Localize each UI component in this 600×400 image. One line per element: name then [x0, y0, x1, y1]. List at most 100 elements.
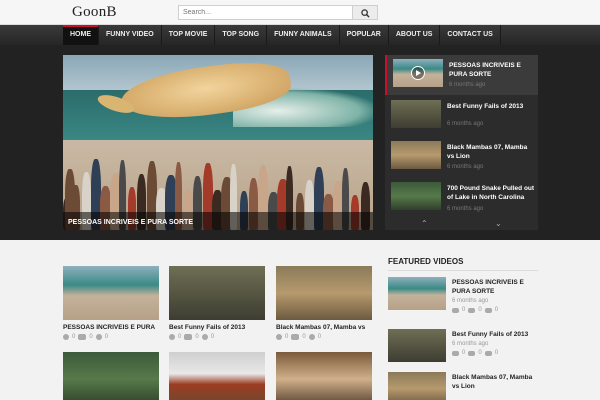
eye-icon: [452, 307, 459, 313]
nav-item-contact-us[interactable]: CONTACT US: [440, 25, 501, 45]
nav-item-home[interactable]: HOME: [63, 25, 99, 45]
featured-thumbnail: [388, 329, 446, 362]
comment-icon: [78, 334, 87, 340]
heart-icon: [95, 334, 102, 340]
eye-icon: [63, 334, 69, 340]
slider-item[interactable]: 700 Pound Snake Pulled out of Lake in No…: [385, 178, 538, 218]
search-icon: [361, 9, 370, 18]
site-logo[interactable]: GoonB: [72, 4, 117, 21]
video-title[interactable]: PESSOAS INCRIVEIS E PURA: [63, 324, 159, 333]
video-card[interactable]: [169, 352, 265, 400]
video-card[interactable]: [63, 352, 159, 400]
like-count: 0: [494, 307, 499, 313]
nav-item-funny-animals[interactable]: FUNNY ANIMALS: [267, 25, 340, 45]
like-count: 0: [104, 334, 109, 340]
like-count: 0: [494, 350, 499, 356]
comment-icon: [291, 334, 300, 340]
video-meta: 0 0 0: [63, 334, 159, 340]
nav-item-top-movie[interactable]: TOP MOVIE: [162, 25, 216, 45]
comment-icon: [468, 307, 476, 313]
featured-thumbnail: [388, 372, 446, 400]
featured-video-item[interactable]: PESSOAS INCRIVEIS E PURA SORTE 6 months …: [388, 277, 538, 317]
slider-thumb: [391, 182, 441, 210]
hero-video[interactable]: PESSOAS INCRIVEIS E PURA SORTE: [63, 55, 373, 230]
view-count: 0: [462, 350, 466, 356]
featured-date: 6 months ago: [452, 341, 489, 347]
slider-item[interactable]: PESSOAS INCRIVEIS E PURA SORTE 6 months …: [385, 55, 538, 95]
video-thumbnail: [63, 352, 159, 400]
video-thumbnail: [63, 266, 159, 320]
nav-item-about-us[interactable]: ABOUT US: [389, 25, 441, 45]
video-meta: 0 0 0: [276, 334, 372, 340]
comment-count: 0: [89, 334, 93, 340]
main-nav: HOME FUNNY VIDEO TOP MOVIE TOP SONG FUNNY AN…: [0, 25, 600, 45]
search-input[interactable]: [178, 5, 353, 20]
slider-item-title: Best Funny Fails of 2013: [447, 103, 524, 110]
featured-video-item[interactable]: Black Mambas 07, Mamba vs Lion: [388, 372, 538, 400]
featured-slider: PESSOAS INCRIVEIS E PURA SORTE PESSOAS I…: [0, 45, 600, 240]
view-count: 0: [72, 334, 76, 340]
nav-item-top-song[interactable]: TOP SONG: [215, 25, 268, 45]
like-count: 0: [317, 334, 322, 340]
comment-count: 0: [478, 307, 482, 313]
slider-item-date: 6 months ago: [449, 82, 486, 88]
featured-title[interactable]: PESSOAS INCRIVEIS E PURA SORTE: [452, 278, 538, 296]
featured-title[interactable]: Black Mambas 07, Mamba vs Lion: [452, 373, 538, 391]
play-icon: [411, 66, 425, 80]
video-card[interactable]: Black Mambas 07, Mamba vs 0 0 0: [276, 266, 372, 340]
video-thumbnail: [276, 352, 372, 400]
heart-icon: [484, 307, 492, 313]
video-meta: 0 0 0: [169, 334, 265, 340]
nav-list: HOME FUNNY VIDEO TOP MOVIE TOP SONG FUNNY AN…: [63, 25, 501, 45]
like-count: 0: [210, 334, 215, 340]
heart-icon: [484, 350, 492, 356]
hero-caption[interactable]: PESSOAS INCRIVEIS E PURA SORTE: [68, 219, 193, 226]
featured-meta: 0 0 0: [452, 307, 498, 313]
slider-item[interactable]: Best Funny Fails of 2013 6 months ago: [385, 96, 538, 136]
featured-thumbnail: [388, 277, 446, 310]
featured-meta: 0 0 0: [452, 350, 498, 356]
video-thumbnail: [169, 266, 265, 320]
slider-item[interactable]: Black Mambas 07, Mamba vs Lion 6 months …: [385, 137, 538, 177]
divider: [388, 270, 538, 271]
search-button[interactable]: [353, 5, 378, 20]
heart-icon: [201, 334, 208, 340]
video-card[interactable]: [276, 352, 372, 400]
view-count: 0: [285, 334, 289, 340]
view-count: 0: [462, 307, 466, 313]
slider-item-title: PESSOAS INCRIVEIS E PURA SORTE: [449, 62, 521, 78]
slider-thumb: [393, 59, 443, 87]
top-bar: GoonB: [0, 0, 600, 25]
video-card[interactable]: Best Funny Fails of 2013 0 0 0: [169, 266, 265, 340]
slider-item-date: 6 months ago: [447, 164, 484, 170]
eye-icon: [169, 334, 175, 340]
chevron-down-icon[interactable]: ⌄: [495, 219, 502, 228]
slider-item-date: 6 months ago: [447, 206, 484, 212]
comment-count: 0: [478, 350, 482, 356]
featured-videos-heading: FEATURED VIDEOS: [388, 257, 464, 266]
featured-date: 6 months ago: [452, 298, 489, 304]
slider-item-title: Black Mambas 07, Mamba vs Lion: [447, 144, 528, 160]
featured-video-item[interactable]: Best Funny Fails of 2013 6 months ago 0 …: [388, 329, 538, 369]
slider-item-date: 6 months ago: [447, 121, 484, 127]
nav-item-popular[interactable]: POPULAR: [340, 25, 389, 45]
slider-item-title: 700 Pound Snake Pulled out of Lake in No…: [447, 185, 535, 201]
comment-icon: [184, 334, 193, 340]
slider-thumb: [391, 100, 441, 128]
video-card[interactable]: PESSOAS INCRIVEIS E PURA 0 0 0: [63, 266, 159, 340]
slider-thumb: [391, 141, 441, 169]
eye-icon: [452, 350, 459, 356]
comment-count: 0: [195, 334, 199, 340]
comment-count: 0: [302, 334, 306, 340]
video-thumbnail: [276, 266, 372, 320]
chevron-up-icon[interactable]: ⌃: [421, 219, 428, 228]
comment-icon: [468, 350, 476, 356]
featured-title[interactable]: Best Funny Fails of 2013: [452, 330, 538, 339]
video-title[interactable]: Black Mambas 07, Mamba vs: [276, 324, 372, 333]
video-title[interactable]: Best Funny Fails of 2013: [169, 324, 265, 333]
heart-icon: [308, 334, 315, 340]
eye-icon: [276, 334, 282, 340]
nav-item-funny-video[interactable]: FUNNY VIDEO: [99, 25, 162, 45]
video-thumbnail: [169, 352, 265, 400]
slider-arrows: ⌃ ⌄: [385, 217, 538, 230]
